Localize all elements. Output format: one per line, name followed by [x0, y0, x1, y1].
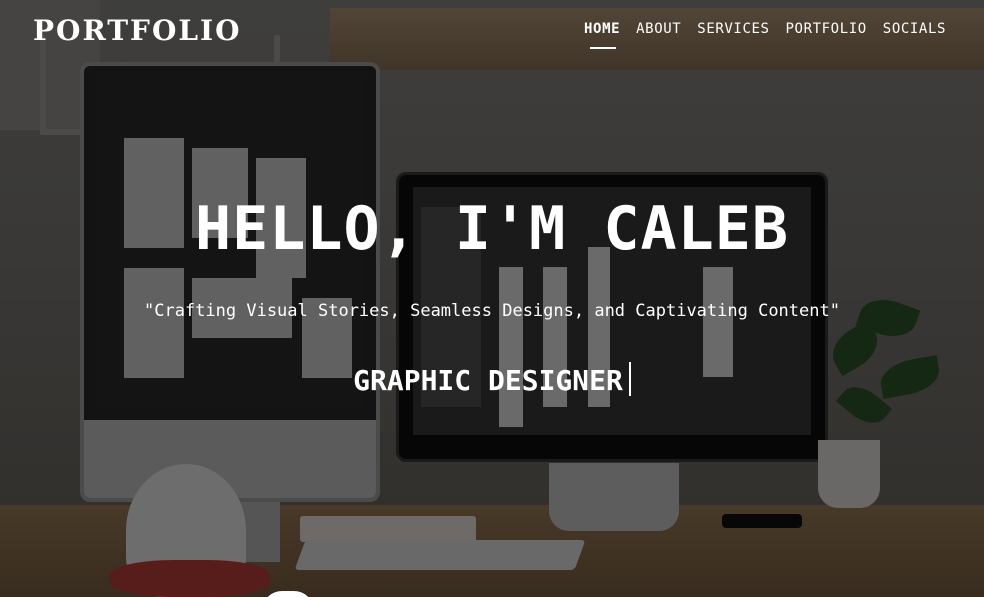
dark-overlay: [0, 0, 984, 597]
nav-socials[interactable]: SOCIALS: [883, 21, 946, 49]
site-logo[interactable]: PORTFOLIO: [33, 14, 242, 47]
nav-services[interactable]: SERVICES: [697, 21, 769, 49]
nav-portfolio[interactable]: PORTFOLIO: [786, 21, 867, 49]
hero-role-line: GRAPHIC DESIGNER: [0, 362, 984, 397]
hero-tagline: "Crafting Visual Stories, Seamless Desig…: [144, 301, 840, 321]
text-cursor-icon: [628, 362, 631, 396]
hero-title: HELLO, I'M CALEB: [195, 194, 789, 264]
nav-about[interactable]: ABOUT: [636, 21, 681, 49]
hero-role: GRAPHIC DESIGNER: [353, 364, 623, 397]
main-nav: HOME ABOUT SERVICES PORTFOLIO SOCIALS: [584, 21, 946, 49]
nav-home[interactable]: HOME: [584, 21, 620, 49]
